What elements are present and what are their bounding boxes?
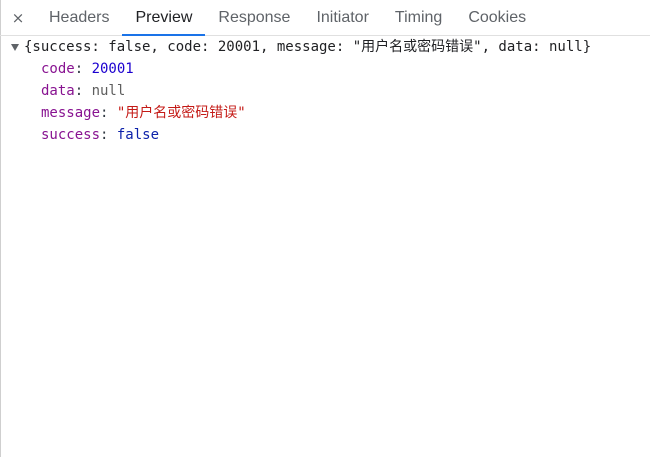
json-summary-text: {success: false, code: 20001, message: "… (24, 39, 592, 55)
json-key: code (41, 61, 75, 77)
json-key: message (41, 105, 101, 121)
expand-triangle-icon[interactable] (11, 44, 19, 51)
json-root-summary[interactable]: {success: false, code: 20001, message: "… (0, 36, 650, 58)
json-key: success (41, 127, 101, 143)
json-value: false (116, 127, 160, 143)
tab-preview[interactable]: Preview (122, 0, 206, 36)
json-colon: : (74, 83, 92, 99)
tab-timing[interactable]: Timing (382, 0, 455, 35)
network-detail-tabbar: × Headers Preview Response Initiator Tim… (0, 0, 650, 36)
json-property-code: code: 20001 (0, 58, 650, 80)
json-property-message: message: "用户名或密码错误" (0, 102, 650, 124)
tab-initiator[interactable]: Initiator (303, 0, 381, 35)
tab-headers[interactable]: Headers (36, 0, 122, 35)
json-key: data (41, 83, 75, 99)
tab-cookies[interactable]: Cookies (455, 0, 539, 35)
json-value: null (91, 83, 126, 99)
json-property-success: success: false (0, 124, 650, 146)
tab-response[interactable]: Response (205, 0, 303, 35)
close-icon[interactable]: × (0, 0, 36, 35)
json-colon: : (100, 105, 117, 121)
json-colon: : (74, 61, 92, 77)
json-colon: : (100, 127, 117, 143)
json-value: "用户名或密码错误" (116, 105, 246, 121)
json-preview: {success: false, code: 20001, message: "… (0, 36, 650, 146)
json-value: 20001 (91, 61, 134, 77)
json-property-data: data: null (0, 80, 650, 102)
